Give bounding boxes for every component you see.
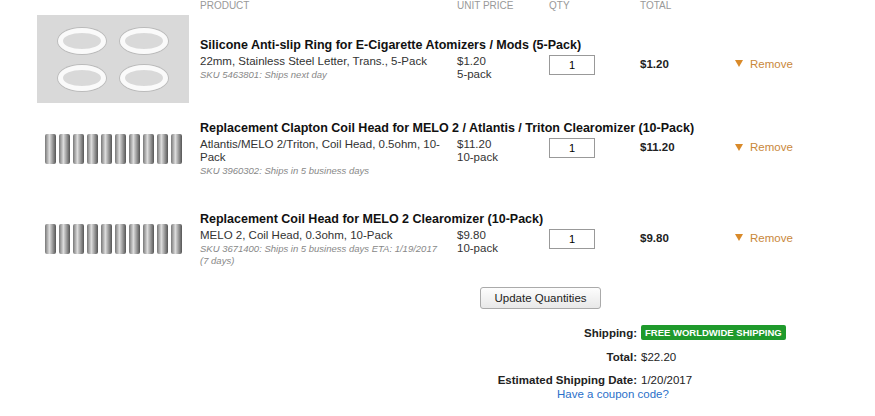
qty-input[interactable] [549,138,595,158]
cart-header: PRODUCT UNIT PRICE QTY TOTAL [0,0,875,13]
coil-shape [143,224,154,254]
coil-shape [143,134,154,164]
line-total: $1.20 [640,55,724,70]
coil-shape [59,224,70,254]
product-option: MELO 2, Coil Head, 0.3ohm, 10-Pack [200,229,446,242]
coil-shape [45,224,56,254]
qty-cell [549,138,629,158]
product-sku: SKU 5463801: Ships next day [200,69,446,81]
coil-shape [115,134,126,164]
row-info: Replacement Clapton Coil Head for MELO 2… [200,121,855,177]
total-value: $22.20 [641,351,875,363]
qty-input[interactable] [549,55,595,75]
coil-shape [101,224,112,254]
coil-shape [157,134,168,164]
triangle-icon [735,234,743,241]
line-total: $9.80 [640,229,724,244]
update-area: Update Quantities [0,287,875,309]
date-value: 1/20/2017 [641,374,875,386]
coil-shape [171,224,182,254]
coil-shape [101,134,112,164]
column-header: PRODUCT [200,0,446,13]
product-description: MELO 2, Coil Head, 0.3ohm, 10-PackSKU 36… [200,229,446,267]
product-title[interactable]: Replacement Coil Head for MELO 2 Clearom… [200,212,855,226]
cart-row: Replacement Clapton Coil Head for MELO 2… [0,105,875,193]
cart-page: PRODUCT UNIT PRICE QTY TOTAL Silicone Anti-s… [0,0,875,416]
product-title[interactable]: Replacement Clapton Coil Head for MELO 2… [200,121,855,135]
column-header: UNIT PRICE [457,0,538,13]
coil-shape [59,134,70,164]
product-option: 22mm, Stainless Steel Letter, Trans., 5-… [200,55,446,68]
row-info: Silicone Anti-slip Ring for E-Cigarette … [200,38,855,81]
product-image[interactable] [37,105,189,193]
coil-shape [87,224,98,254]
coil-shape [157,224,168,254]
ring-shape [58,65,106,91]
qty-cell [549,55,629,75]
coil-shape [45,134,56,164]
product-sku: SKU 3671400: Ships in 5 business days ET… [200,243,446,267]
column-header: TOTAL [640,0,724,13]
coil-shape [115,224,126,254]
coupon-link[interactable]: Have a coupon code? [0,388,875,400]
update-quantities-button[interactable]: Update Quantities [480,287,601,309]
triangle-icon [735,144,743,151]
triangle-icon [735,60,743,67]
qty-cell [549,229,629,249]
product-sku: SKU 3960302: Ships in 5 business days [200,165,446,177]
product-image[interactable] [37,15,189,103]
product-option: Atlantis/MELO 2/Triton, Coil Head, 0.5oh… [200,138,446,164]
ring-shape [120,65,168,91]
product-description: 22mm, Stainless Steel Letter, Trans., 5-… [200,55,446,81]
unit-price: $1.205-pack [457,55,538,81]
ring-shape [58,28,106,54]
coil-shape [129,224,140,254]
cart-row: Replacement Coil Head for MELO 2 Clearom… [0,195,875,283]
coil-shape [87,134,98,164]
coil-shape [129,134,140,164]
coil-shape [171,134,182,164]
product-title[interactable]: Silicone Anti-slip Ring for E-Cigarette … [200,38,855,52]
remove-link[interactable]: Remove [735,55,855,70]
shipping-label: Shipping: [0,327,637,339]
coil-shape [73,224,84,254]
coil-shape [73,134,84,164]
column-header: QTY [549,0,629,13]
product-description: Atlantis/MELO 2/Triton, Coil Head, 0.5oh… [200,138,446,177]
qty-input[interactable] [549,229,595,249]
line-total: $11.20 [640,138,724,153]
product-image[interactable] [37,195,189,283]
row-info: Replacement Coil Head for MELO 2 Clearom… [200,212,855,267]
free-shipping-badge: FREE WORLDWIDE SHIPPING [641,325,786,340]
unit-price: $11.2010-pack [457,138,538,164]
date-label: Estimated Shipping Date: [0,374,637,386]
unit-price: $9.8010-pack [457,229,538,255]
remove-link[interactable]: Remove [735,229,855,244]
cart-row: Silicone Anti-slip Ring for E-Cigarette … [0,15,875,103]
ring-shape [120,28,168,54]
remove-link[interactable]: Remove [735,138,855,153]
order-summary: Shipping: FREE WORLDWIDE SHIPPING Total: $2… [0,325,875,386]
total-label: Total: [0,351,637,363]
